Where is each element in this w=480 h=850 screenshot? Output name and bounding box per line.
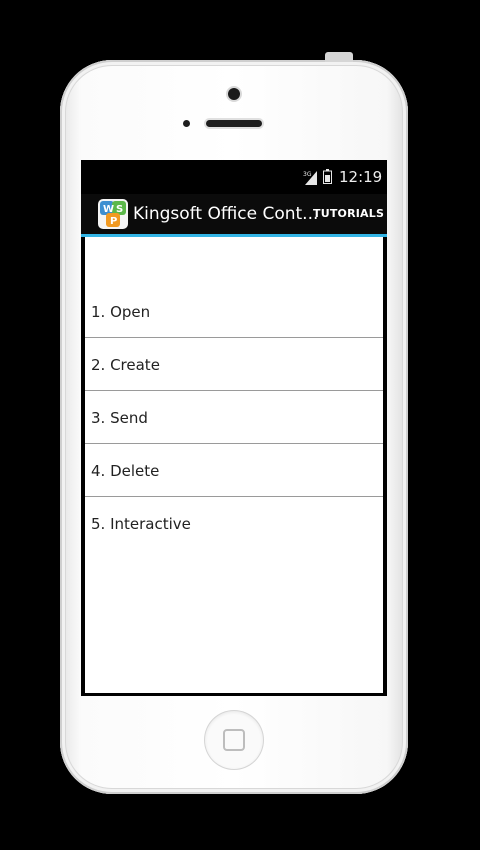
home-button-icon[interactable]: [205, 711, 263, 769]
network-type-label: 3G: [303, 171, 312, 178]
list-item-label: 3. Send: [91, 409, 148, 427]
icon-letter-w: W: [103, 204, 114, 215]
phone-screen: 3G 12:19 W S P Kingsoft Office Cont... T…: [81, 160, 387, 696]
list-item-delete[interactable]: 4. Delete: [85, 444, 383, 497]
icon-letter-s: S: [116, 204, 123, 215]
proximity-sensor: [183, 120, 190, 127]
list-item-label: 1. Open: [91, 303, 151, 321]
list-item-label: 4. Delete: [91, 462, 160, 480]
power-button: [325, 52, 353, 62]
list-item-create[interactable]: 2. Create: [85, 338, 383, 391]
tab-tutorials[interactable]: TUTORIALS: [313, 207, 384, 221]
signal-3g-icon: 3G: [303, 171, 317, 185]
list-item-label: 2. Create: [91, 356, 160, 374]
list-item-label: 5. Interactive: [91, 515, 191, 533]
tutorial-list: 1. Open 2. Create 3. Send 4. Delete 5. I…: [85, 285, 383, 549]
front-camera: [228, 88, 240, 100]
list-item-open[interactable]: 1. Open: [85, 285, 383, 338]
home-square-icon: [223, 729, 245, 751]
list-item-send[interactable]: 3. Send: [85, 391, 383, 444]
kingsoft-office-icon[interactable]: W S P: [97, 198, 129, 230]
status-clock: 12:19: [339, 168, 383, 186]
list-item-interactive[interactable]: 5. Interactive: [85, 497, 383, 549]
tutorial-list-panel: 1. Open 2. Create 3. Send 4. Delete 5. I…: [85, 237, 383, 693]
app-title: Kingsoft Office Cont...: [133, 204, 319, 224]
earpiece-speaker: [206, 120, 262, 127]
status-bar: 3G 12:19: [81, 160, 387, 194]
icon-letter-p: P: [110, 216, 117, 227]
battery-icon: [323, 169, 332, 184]
action-bar: W S P Kingsoft Office Cont... TUTORIALS: [81, 194, 387, 237]
